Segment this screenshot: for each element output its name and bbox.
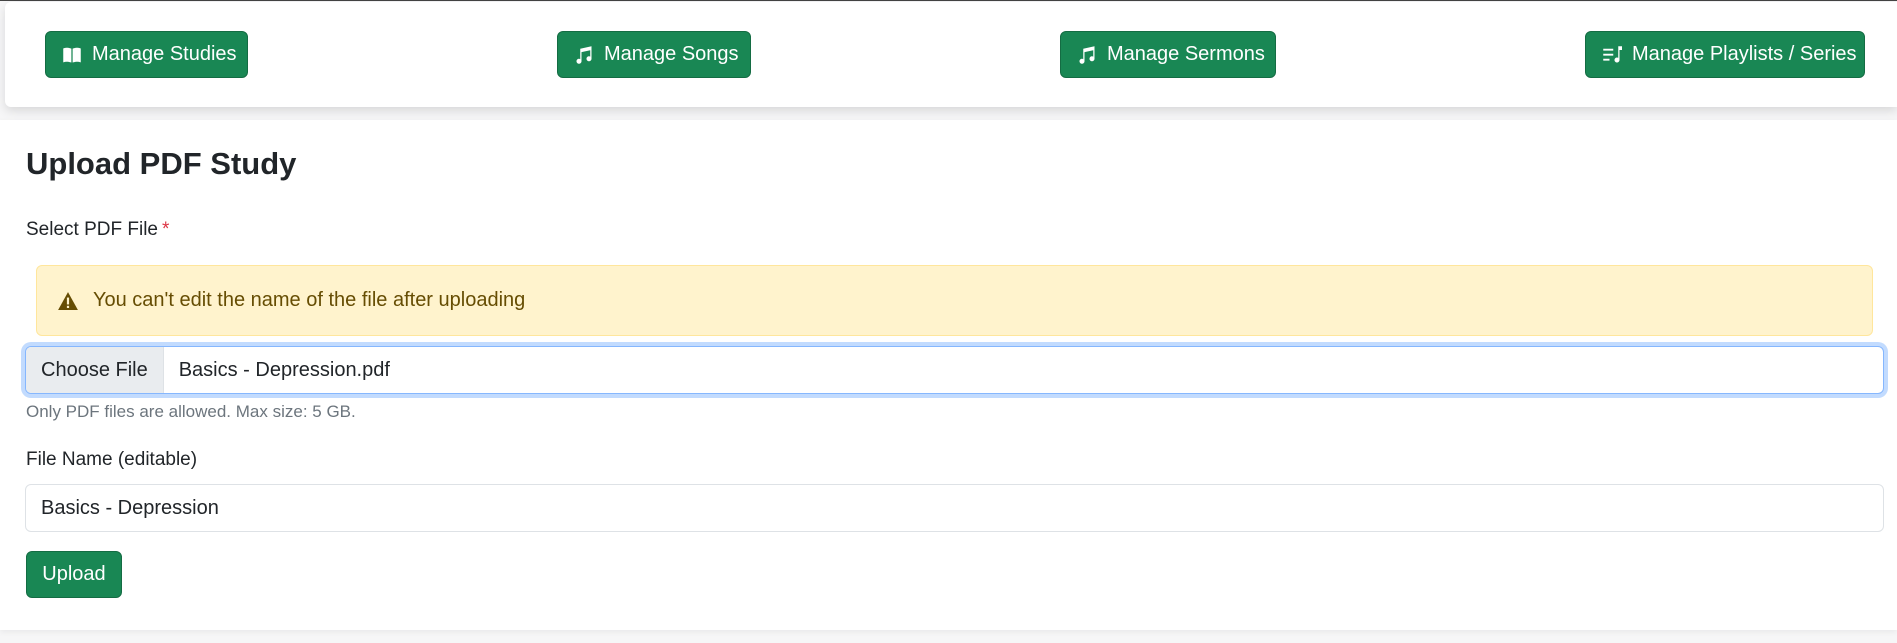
pdf-file-input[interactable]: Choose File Basics - Depression.pdf bbox=[25, 346, 1884, 394]
warning-alert: You can't edit the name of the file afte… bbox=[36, 265, 1873, 336]
manage-songs-button[interactable]: Manage Songs bbox=[557, 31, 751, 78]
manage-sermons-label: Manage Sermons bbox=[1107, 43, 1265, 65]
manage-playlists-series-label: Manage Playlists / Series bbox=[1632, 43, 1857, 65]
file-help-text: Only PDF files are allowed. Max size: 5 … bbox=[26, 402, 356, 421]
manage-songs-label: Manage Songs bbox=[604, 43, 739, 65]
warning-triangle-icon bbox=[57, 290, 79, 312]
music-note-icon bbox=[574, 45, 594, 65]
required-asterisk: * bbox=[161, 219, 170, 240]
upload-button[interactable]: Upload bbox=[26, 551, 122, 598]
top-navbar: Manage Studies Manage Songs Manage Sermo… bbox=[5, 2, 1897, 107]
book-icon bbox=[62, 45, 82, 65]
music-note-icon bbox=[1077, 45, 1097, 65]
manage-sermons-button[interactable]: Manage Sermons bbox=[1060, 31, 1276, 78]
page-title: Upload PDF Study bbox=[26, 146, 297, 181]
selected-file-name: Basics - Depression.pdf bbox=[178, 358, 390, 381]
choose-file-button[interactable]: Choose File bbox=[26, 347, 164, 393]
manage-playlists-series-button[interactable]: Manage Playlists / Series bbox=[1585, 31, 1865, 78]
select-pdf-label-text: Select PDF File bbox=[26, 219, 158, 240]
warning-alert-text: You can't edit the name of the file afte… bbox=[93, 289, 526, 311]
file-name-label: File Name (editable) bbox=[26, 449, 198, 470]
manage-studies-button[interactable]: Manage Studies bbox=[45, 31, 248, 78]
select-pdf-label: Select PDF File * bbox=[26, 219, 169, 241]
file-name-input[interactable] bbox=[25, 484, 1884, 532]
playlist-icon bbox=[1602, 45, 1622, 65]
top-border-line bbox=[0, 0, 1897, 1]
manage-studies-label: Manage Studies bbox=[92, 43, 237, 65]
